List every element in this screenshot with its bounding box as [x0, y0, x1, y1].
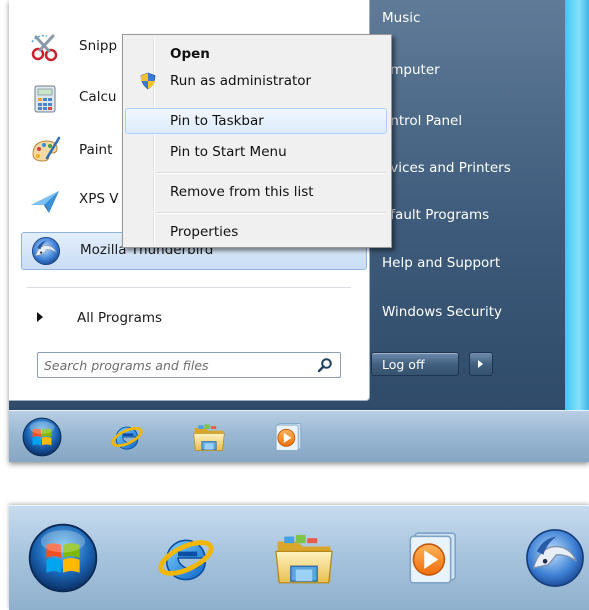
calculator-icon	[29, 83, 61, 115]
search-icon[interactable]	[317, 357, 333, 373]
menu-item-properties[interactable]: Properties	[125, 219, 387, 245]
thunderbird-icon	[30, 235, 62, 267]
menu-item-label: Properties	[170, 224, 239, 240]
menu-item-open[interactable]: Open	[125, 41, 387, 67]
desktop-background	[564, 0, 589, 410]
all-programs-label: All Programs	[77, 310, 163, 326]
media-player-icon[interactable]	[401, 527, 463, 589]
windows-explorer-icon[interactable]	[191, 419, 227, 455]
menu-item-remove-from-list[interactable]: Remove from this list	[125, 179, 387, 205]
media-player-icon[interactable]	[271, 420, 305, 454]
arrow-right-icon	[478, 360, 483, 368]
log-off-label: Log off	[382, 357, 425, 372]
start-item-default-programs[interactable]: efault Programs	[382, 207, 489, 223]
menu-item-pin-to-start-menu[interactable]: Pin to Start Menu	[125, 139, 387, 165]
arrow-right-icon	[37, 312, 43, 322]
xps-viewer-icon	[29, 185, 61, 217]
menu-item-label: Run as administrator	[170, 73, 312, 89]
all-programs-button[interactable]: All Programs	[37, 302, 357, 332]
start-menu: Snipp Calcu Paint XPS V Mozilla Thunderb…	[9, 0, 565, 410]
windows-explorer-icon[interactable]	[271, 525, 337, 591]
menu-item-run-as-administrator[interactable]: Run as administrator	[125, 68, 387, 94]
taskbar-after-pin	[9, 505, 589, 610]
menu-separator	[156, 212, 386, 213]
shutdown-options-button[interactable]	[469, 352, 493, 376]
start-item-control-panel[interactable]: ontrol Panel	[382, 113, 462, 129]
program-label: Calcu	[79, 89, 117, 105]
start-item-devices-printers[interactable]: evices and Printers	[382, 160, 511, 176]
paint-icon	[29, 136, 61, 168]
snipping-tool-icon	[29, 32, 61, 64]
search-input[interactable]	[44, 356, 304, 374]
menu-item-label: Pin to Start Menu	[170, 144, 287, 160]
divider	[27, 287, 351, 288]
program-label: Snipp	[79, 38, 118, 54]
program-label: Paint	[79, 142, 113, 158]
menu-item-pin-to-taskbar[interactable]: Pin to Taskbar	[125, 108, 387, 134]
context-menu: Open Run as administrator Pin to Taskbar…	[122, 34, 392, 248]
log-off-button[interactable]: Log off	[371, 352, 459, 376]
start-item-music[interactable]: Music	[382, 10, 420, 26]
search-box[interactable]	[37, 352, 341, 378]
menu-item-label: Pin to Taskbar	[170, 113, 264, 129]
start-orb-icon[interactable]	[21, 416, 63, 458]
taskbar	[9, 410, 589, 462]
uac-shield-icon	[139, 72, 157, 90]
internet-explorer-icon[interactable]	[154, 526, 218, 590]
menu-item-label: Remove from this list	[170, 184, 314, 200]
thunderbird-icon[interactable]	[522, 525, 588, 591]
start-orb-icon[interactable]	[26, 521, 100, 595]
internet-explorer-icon[interactable]	[109, 419, 145, 455]
menu-item-label: Open	[170, 46, 210, 62]
menu-separator	[156, 172, 386, 173]
start-item-windows-security[interactable]: Windows Security	[382, 304, 502, 320]
start-menu-screenshot: Snipp Calcu Paint XPS V Mozilla Thunderb…	[9, 0, 589, 462]
program-label: XPS V	[79, 191, 119, 207]
start-item-help-support[interactable]: Help and Support	[382, 255, 500, 271]
